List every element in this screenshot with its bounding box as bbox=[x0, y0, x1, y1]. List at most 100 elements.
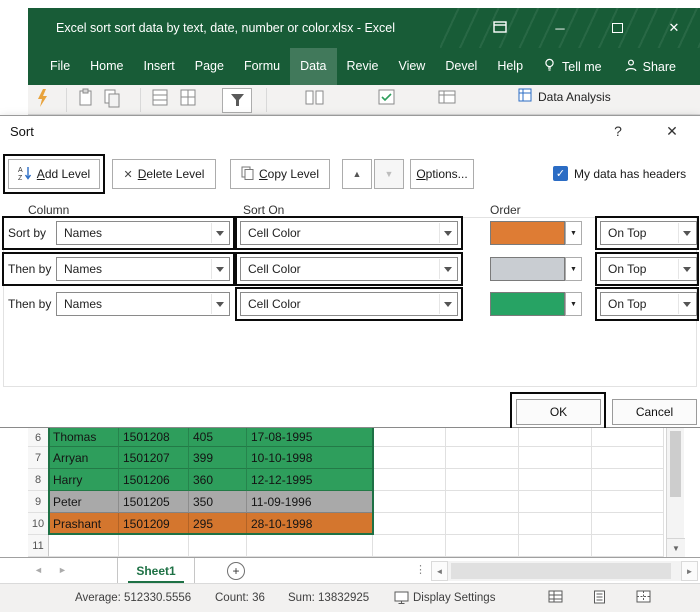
cell-date[interactable]: 28-10-1998 bbox=[247, 513, 373, 535]
cell-empty[interactable] bbox=[592, 535, 664, 557]
tab-developer[interactable]: Devel bbox=[435, 48, 487, 85]
cell-empty[interactable] bbox=[519, 491, 592, 513]
cell-empty[interactable] bbox=[373, 513, 446, 535]
cell-empty[interactable] bbox=[592, 447, 664, 469]
level2-color-dropdown-button[interactable]: ▼ bbox=[565, 257, 582, 281]
sheet-nav-right-button[interactable]: ► bbox=[58, 565, 67, 575]
cell-id[interactable]: 1501205 bbox=[119, 491, 189, 513]
row-header[interactable]: 10 bbox=[28, 513, 49, 535]
tab-home[interactable]: Home bbox=[80, 48, 133, 85]
cell-empty[interactable] bbox=[373, 447, 446, 469]
row-header[interactable]: 6 bbox=[28, 428, 49, 447]
cell-empty[interactable] bbox=[373, 535, 446, 557]
level2-sorton-select[interactable]: Cell Color bbox=[240, 257, 458, 281]
cell-id[interactable]: 1501207 bbox=[119, 447, 189, 469]
paste-icon[interactable] bbox=[104, 88, 120, 108]
close-button[interactable]: ✕ bbox=[654, 8, 694, 48]
cell-empty[interactable] bbox=[49, 535, 119, 557]
cell-empty[interactable] bbox=[592, 469, 664, 491]
delete-level-button[interactable]: ✕ Delete Level bbox=[112, 159, 216, 189]
cell-id[interactable]: 1501208 bbox=[119, 428, 189, 447]
row-header[interactable]: 9 bbox=[28, 491, 49, 513]
level3-order-select[interactable]: On Top bbox=[600, 292, 697, 316]
maximize-button[interactable] bbox=[597, 8, 637, 48]
cell-empty[interactable] bbox=[189, 535, 247, 557]
minimize-button[interactable]: ─ bbox=[540, 8, 580, 48]
cell-name[interactable]: Harry bbox=[49, 469, 119, 491]
table-row[interactable]: 7 Arryan 1501207 399 10-10-1998 bbox=[28, 447, 664, 469]
data-validation-icon[interactable] bbox=[378, 88, 398, 108]
page-layout-view-button[interactable] bbox=[587, 584, 611, 612]
page-break-view-button[interactable] bbox=[631, 584, 655, 612]
share-button[interactable]: Share bbox=[615, 48, 686, 85]
new-sheet-button[interactable]: + bbox=[227, 562, 245, 580]
cell-empty[interactable] bbox=[373, 491, 446, 513]
table-row[interactable]: 9 Peter 1501205 350 11-09-1996 bbox=[28, 491, 664, 513]
ok-button[interactable]: OK bbox=[516, 399, 601, 425]
sheet-tab-sheet1[interactable]: Sheet1 bbox=[117, 558, 195, 584]
table-ribbon-icon[interactable] bbox=[180, 88, 198, 108]
level2-order-select[interactable]: On Top bbox=[600, 257, 697, 281]
level1-color-swatch[interactable] bbox=[490, 221, 565, 245]
move-up-button[interactable]: ▲ bbox=[342, 159, 372, 189]
cell-value[interactable]: 399 bbox=[189, 447, 247, 469]
data-analysis-button[interactable]: Data Analysis bbox=[518, 88, 611, 106]
move-down-button[interactable]: ▼ bbox=[374, 159, 404, 189]
normal-view-button[interactable] bbox=[543, 584, 567, 612]
cell-value[interactable]: 360 bbox=[189, 469, 247, 491]
cell-value[interactable]: 350 bbox=[189, 491, 247, 513]
cell-date[interactable]: 11-09-1996 bbox=[247, 491, 373, 513]
horizontal-scrollbar[interactable] bbox=[448, 561, 681, 581]
cell-empty[interactable] bbox=[373, 428, 446, 447]
cell-empty[interactable] bbox=[519, 428, 592, 447]
cell-name[interactable]: Peter bbox=[49, 491, 119, 513]
cell-empty[interactable] bbox=[247, 535, 373, 557]
cell-value[interactable]: 295 bbox=[189, 513, 247, 535]
level3-column-select[interactable]: Names bbox=[56, 292, 230, 316]
outline-group-icon[interactable] bbox=[438, 88, 458, 108]
cell-empty[interactable] bbox=[519, 535, 592, 557]
tab-file[interactable]: File bbox=[40, 48, 80, 85]
cell-date[interactable]: 17-08-1995 bbox=[247, 428, 373, 447]
cell-empty[interactable] bbox=[592, 513, 664, 535]
cell-name[interactable]: Thomas bbox=[49, 428, 119, 447]
row-header[interactable]: 7 bbox=[28, 447, 49, 469]
options-button[interactable]: Options... bbox=[410, 159, 474, 189]
cell-date[interactable]: 12-12-1995 bbox=[247, 469, 373, 491]
ribbon-display-options-button[interactable] bbox=[480, 8, 520, 48]
cell-id[interactable]: 1501209 bbox=[119, 513, 189, 535]
cell-name[interactable]: Prashant bbox=[49, 513, 119, 535]
sort-az-ribbon-icon[interactable] bbox=[152, 88, 170, 108]
hscroll-right-button[interactable]: ► bbox=[681, 561, 698, 581]
level2-column-select[interactable]: Names bbox=[56, 257, 230, 281]
scroll-down-button[interactable]: ▼ bbox=[667, 538, 685, 557]
cell-empty[interactable] bbox=[519, 447, 592, 469]
cell-empty[interactable] bbox=[519, 469, 592, 491]
level3-sorton-select[interactable]: Cell Color bbox=[240, 292, 458, 316]
level1-sorton-select[interactable]: Cell Color bbox=[240, 221, 458, 245]
cell-empty[interactable] bbox=[446, 447, 519, 469]
level1-color-dropdown-button[interactable]: ▼ bbox=[565, 221, 582, 245]
cell-empty[interactable] bbox=[446, 513, 519, 535]
clipboard-icon[interactable] bbox=[78, 88, 94, 108]
tab-view[interactable]: View bbox=[388, 48, 435, 85]
table-row[interactable]: 11 bbox=[28, 535, 664, 557]
level3-color-swatch[interactable] bbox=[490, 292, 565, 316]
level2-color-swatch[interactable] bbox=[490, 257, 565, 281]
filter-button[interactable] bbox=[222, 88, 252, 113]
level1-order-select[interactable]: On Top bbox=[600, 221, 697, 245]
display-settings-label[interactable]: Display Settings bbox=[413, 584, 495, 612]
text-to-columns-icon[interactable] bbox=[305, 88, 325, 108]
table-row[interactable]: 6 Thomas 1501208 405 17-08-1995 bbox=[28, 428, 664, 447]
flash-fill-icon[interactable] bbox=[35, 88, 50, 108]
level3-color-dropdown-button[interactable]: ▼ bbox=[565, 292, 582, 316]
dialog-help-button[interactable]: ? bbox=[601, 116, 635, 146]
tab-help[interactable]: Help bbox=[487, 48, 533, 85]
cell-empty[interactable] bbox=[519, 513, 592, 535]
cell-value[interactable]: 405 bbox=[189, 428, 247, 447]
horizontal-scrollbar-thumb[interactable] bbox=[451, 563, 671, 579]
cell-name[interactable]: Arryan bbox=[49, 447, 119, 469]
cell-date[interactable]: 10-10-1998 bbox=[247, 447, 373, 469]
cell-empty[interactable] bbox=[373, 469, 446, 491]
cell-empty[interactable] bbox=[592, 428, 664, 447]
